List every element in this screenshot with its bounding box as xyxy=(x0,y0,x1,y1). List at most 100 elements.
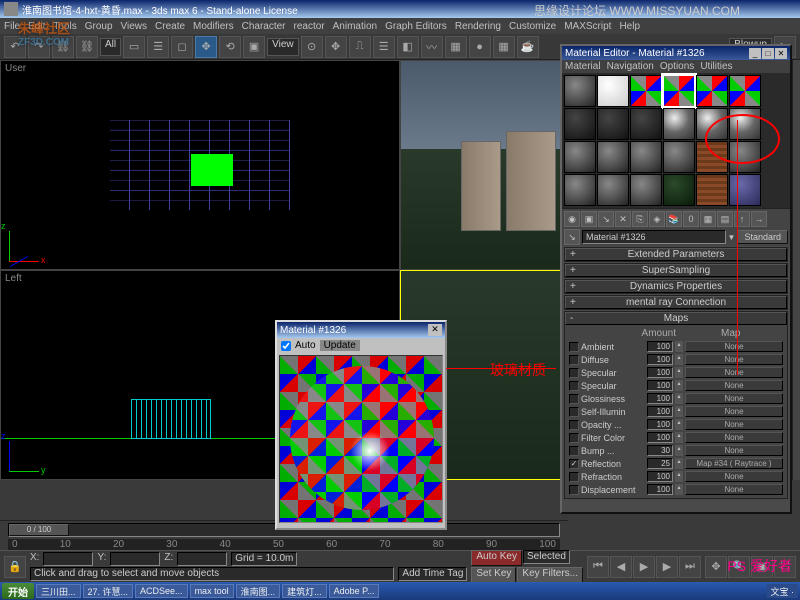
spinner-buttons[interactable]: ▴ xyxy=(675,432,683,443)
material-slot[interactable] xyxy=(597,141,629,173)
dialog-titlebar[interactable]: Material #1326 ✕ xyxy=(277,322,445,338)
menu-reactor[interactable]: reactor xyxy=(294,21,325,32)
map-amount-spinner[interactable]: 30 xyxy=(647,445,673,456)
map-checkbox[interactable] xyxy=(569,368,579,378)
put-to-scene-button[interactable]: ▣ xyxy=(581,211,597,227)
map-amount-spinner[interactable]: 100 xyxy=(647,406,673,417)
spinner-buttons[interactable]: ▴ xyxy=(675,445,683,456)
material-slot[interactable] xyxy=(663,141,695,173)
lock-button[interactable]: 🔒 xyxy=(4,556,26,578)
material-slot-selected[interactable] xyxy=(663,75,695,107)
close-icon[interactable]: ✕ xyxy=(428,324,442,336)
go-forward-button[interactable]: → xyxy=(751,211,767,227)
map-slot-button[interactable]: None xyxy=(685,419,783,430)
viewport-user[interactable]: User x z xyxy=(0,60,400,270)
taskbar-item[interactable]: 淮南图... xyxy=(236,584,281,598)
spinner-buttons[interactable]: ▴ xyxy=(675,341,683,352)
selection-filter[interactable]: All xyxy=(100,38,121,56)
me-menu-options[interactable]: Options xyxy=(660,61,694,72)
set-key-button[interactable]: Set Key xyxy=(471,567,516,583)
material-slot[interactable] xyxy=(663,174,695,206)
menu-character[interactable]: Character xyxy=(242,21,286,32)
command-panel[interactable] xyxy=(792,60,800,480)
select-button[interactable]: ▭ xyxy=(123,36,145,58)
move-button[interactable]: ✥ xyxy=(195,36,217,58)
map-amount-spinner[interactable]: 100 xyxy=(647,380,673,391)
material-slot[interactable] xyxy=(630,174,662,206)
spinner-buttons[interactable]: ▴ xyxy=(675,367,683,378)
rotate-button[interactable]: ⟲ xyxy=(219,36,241,58)
taskbar-item[interactable]: ACDSee... xyxy=(135,584,188,598)
map-slot-button[interactable]: None xyxy=(685,406,783,417)
spinner-buttons[interactable]: ▴ xyxy=(675,393,683,404)
layers-button[interactable]: ◧ xyxy=(397,36,419,58)
mirror-button[interactable]: ⎍ xyxy=(349,36,371,58)
pivot-button[interactable]: ⊙ xyxy=(301,36,323,58)
material-slot[interactable] xyxy=(564,174,596,206)
material-slot[interactable] xyxy=(630,108,662,140)
me-menu-material[interactable]: Material xyxy=(565,61,601,72)
make-unique-button[interactable]: ◈ xyxy=(649,211,665,227)
quick-render-button[interactable]: ☕ xyxy=(517,36,539,58)
map-slot-button[interactable]: None xyxy=(685,445,783,456)
map-slot-button[interactable]: None xyxy=(685,393,783,404)
show-result-button[interactable]: ▤ xyxy=(717,211,733,227)
update-button[interactable]: Update xyxy=(320,340,360,351)
map-slot-button[interactable]: None xyxy=(685,432,783,443)
material-slot[interactable] xyxy=(597,108,629,140)
material-editor-menubar[interactable]: Material Navigation Options Utilities xyxy=(562,60,790,73)
prev-frame-button[interactable]: ◀ xyxy=(610,556,632,578)
main-menubar[interactable]: File Edit Tools Group Views Create Modif… xyxy=(0,18,800,34)
material-slot[interactable] xyxy=(663,108,695,140)
map-amount-spinner[interactable]: 100 xyxy=(647,484,673,495)
map-checkbox[interactable] xyxy=(569,446,579,456)
unlink-button[interactable]: ⛓ xyxy=(76,36,98,58)
rollout-mentalray[interactable]: +mental ray Connection xyxy=(565,296,787,309)
material-slot[interactable] xyxy=(630,141,662,173)
material-type-button[interactable]: Standard xyxy=(737,230,788,244)
menu-grapheditors[interactable]: Graph Editors xyxy=(385,21,447,32)
material-name-input[interactable] xyxy=(582,230,726,244)
x-coord-field[interactable] xyxy=(43,552,93,566)
align-button[interactable]: ☰ xyxy=(373,36,395,58)
material-editor-button[interactable]: ● xyxy=(469,36,491,58)
rollout-dynamics[interactable]: +Dynamics Properties xyxy=(565,280,787,293)
material-id-button[interactable]: 0 xyxy=(683,211,699,227)
auto-checkbox[interactable] xyxy=(281,341,291,351)
map-checkbox[interactable] xyxy=(569,420,579,430)
rollout-extended-params[interactable]: +Extended Parameters xyxy=(565,248,787,261)
pick-material-button[interactable]: ↘ xyxy=(564,229,580,245)
map-amount-spinner[interactable]: 100 xyxy=(647,354,673,365)
map-checkbox[interactable] xyxy=(569,472,579,482)
map-slot-button[interactable]: None xyxy=(685,484,783,495)
map-checkbox[interactable] xyxy=(569,433,579,443)
curve-editor-button[interactable]: 〰 xyxy=(421,36,443,58)
material-slot[interactable] xyxy=(729,75,761,107)
add-time-tag-button[interactable]: Add Time Tag xyxy=(398,567,467,581)
rollout-maps[interactable]: -Maps xyxy=(565,312,787,325)
show-map-button[interactable]: ▦ xyxy=(700,211,716,227)
z-coord-field[interactable] xyxy=(177,552,227,566)
material-slot[interactable] xyxy=(564,75,596,107)
put-library-button[interactable]: 📚 xyxy=(666,211,682,227)
map-slot-button[interactable]: None xyxy=(685,380,783,391)
material-slot[interactable] xyxy=(597,174,629,206)
material-slot[interactable] xyxy=(564,108,596,140)
play-button[interactable]: ▶ xyxy=(633,556,655,578)
material-slot[interactable] xyxy=(597,75,629,107)
maximize-icon[interactable]: □ xyxy=(762,48,774,59)
minimize-icon[interactable]: _ xyxy=(749,48,761,59)
menu-group[interactable]: Group xyxy=(85,21,113,32)
get-material-button[interactable]: ◉ xyxy=(564,211,580,227)
material-slot[interactable] xyxy=(564,141,596,173)
menu-views[interactable]: Views xyxy=(121,21,148,32)
map-checkbox[interactable] xyxy=(569,485,579,495)
map-slot-button[interactable]: None xyxy=(685,367,783,378)
key-mode-dropdown[interactable]: Selected xyxy=(523,550,570,564)
y-coord-field[interactable] xyxy=(110,552,160,566)
menu-help[interactable]: Help xyxy=(619,21,640,32)
map-slot-button[interactable]: Map #34 ( Raytrace ) xyxy=(685,458,783,469)
material-slot[interactable] xyxy=(696,108,728,140)
menu-animation[interactable]: Animation xyxy=(333,21,377,32)
auto-key-button[interactable]: Auto Key xyxy=(471,550,522,566)
